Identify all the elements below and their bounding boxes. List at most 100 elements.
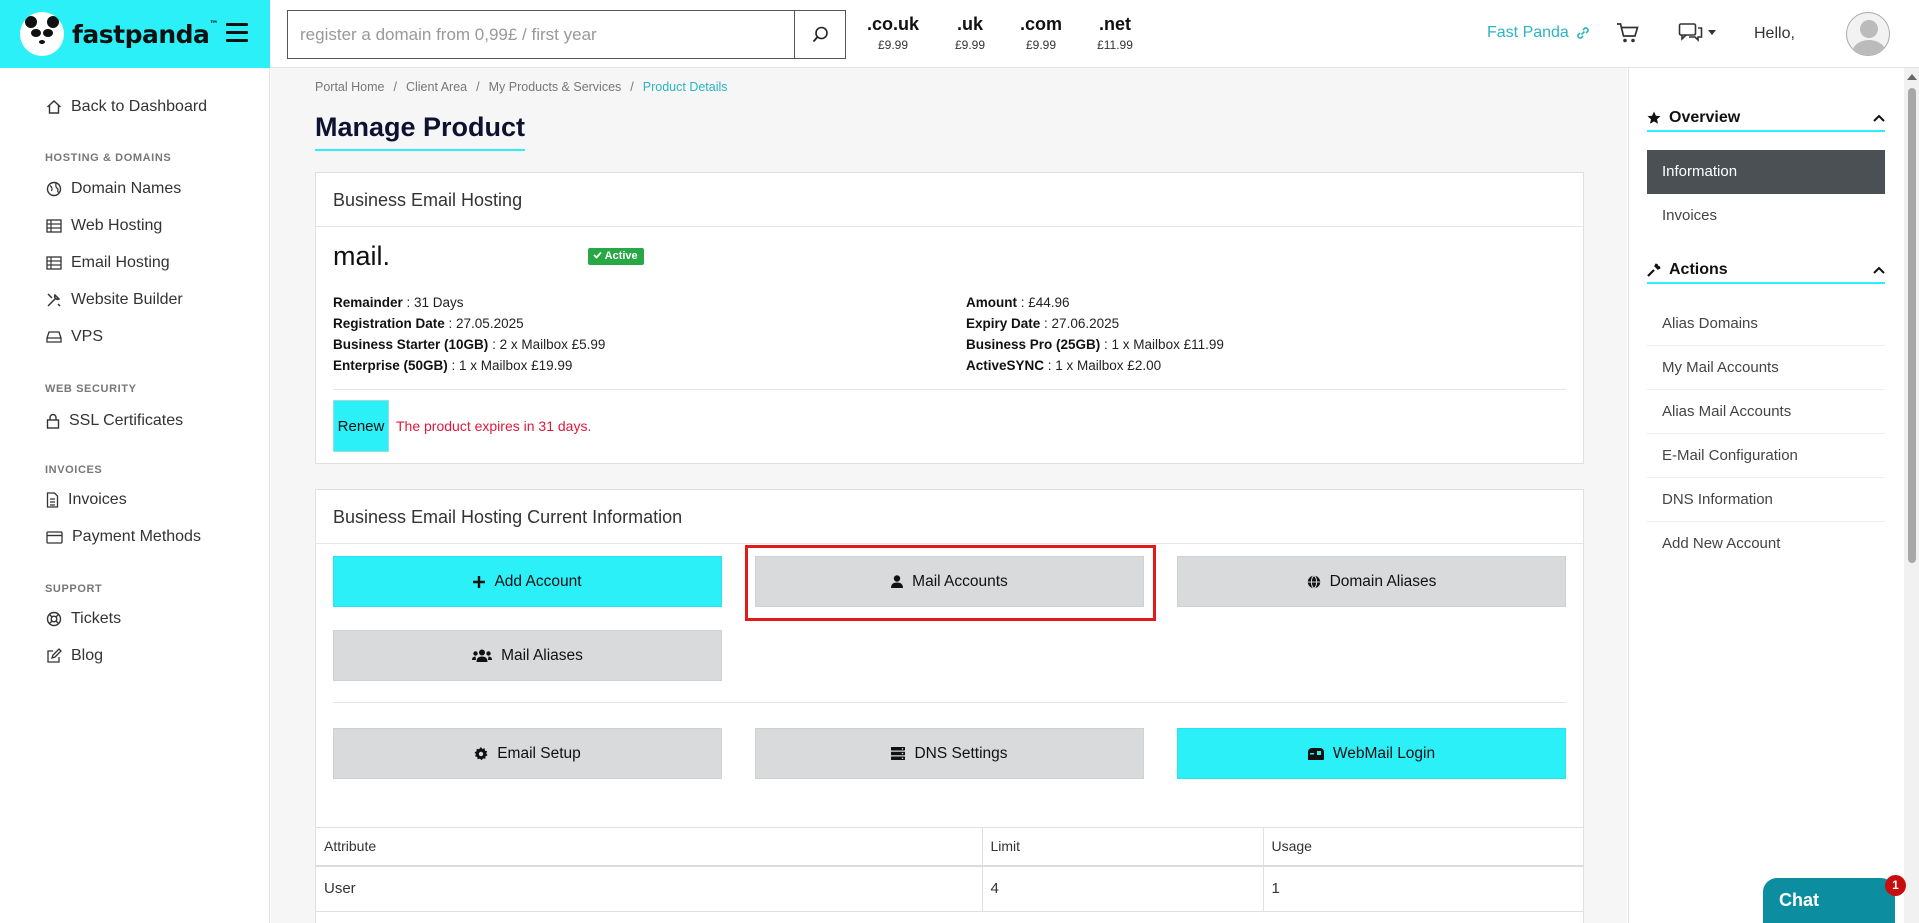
product-info-right: Amount : £44.96 Expiry Date : 27.06.2025…	[966, 292, 1224, 376]
globe-icon	[1307, 575, 1320, 588]
current-info-card: Business Email Hosting Current Informati…	[315, 489, 1584, 923]
chat-bubbles-icon	[1678, 23, 1703, 42]
users-icon	[472, 649, 493, 662]
sidebar-item-ssl-certificates[interactable]: SSL Certificates	[46, 412, 183, 430]
sidebar-item-back-to-dashboard[interactable]: Back to Dashboard	[46, 98, 207, 116]
expire-notice: The product expires in 31 days.	[396, 418, 592, 434]
sidebar-section-web-security: WEB SECURITY	[45, 383, 137, 395]
dns-settings-button[interactable]: DNS Settings	[755, 728, 1144, 779]
domain-aliases-button[interactable]: Domain Aliases	[1177, 556, 1566, 607]
tld-co-uk[interactable]: .co.uk £9.99	[858, 14, 928, 52]
chat-widget[interactable]: Chat	[1763, 878, 1895, 923]
panda-logo-icon[interactable]	[20, 12, 64, 56]
gear-icon	[474, 746, 488, 760]
hamburger-menu-icon[interactable]	[226, 23, 248, 43]
tld-net[interactable]: .net £11.99	[1080, 14, 1150, 52]
life-ring-icon	[46, 611, 62, 627]
chevron-down-icon	[1708, 30, 1716, 35]
chat-unread-badge: 1	[1885, 875, 1906, 896]
webmail-login-button[interactable]: WebMail Login	[1177, 728, 1566, 779]
page-title: Manage Product	[315, 112, 526, 151]
info-expiry-date: Expiry Date : 27.06.2025	[966, 316, 1120, 331]
credit-card-icon	[46, 530, 63, 544]
rs-item-add-new-account[interactable]: Add New Account	[1647, 522, 1885, 566]
product-card-title: Business Email Hosting	[316, 173, 1583, 227]
link-icon	[1577, 27, 1589, 39]
sidebar-item-website-builder[interactable]: Website Builder	[46, 291, 183, 309]
scroll-thumb[interactable]	[1908, 88, 1916, 563]
messages-dropdown[interactable]	[1678, 22, 1716, 44]
current-info-card-title: Business Email Hosting Current Informati…	[316, 490, 1583, 544]
rs-item-invoices[interactable]: Invoices	[1647, 194, 1885, 238]
info-amount: Amount : £44.96	[966, 295, 1070, 310]
breadcrumb: Portal Home / Client Area / My Products …	[315, 80, 728, 94]
sidebar-item-vps[interactable]: VPS	[46, 328, 103, 346]
globe-icon	[46, 181, 62, 197]
highlight-box	[745, 545, 1156, 621]
col-header-usage: Usage	[1263, 827, 1583, 867]
overview-header[interactable]: Overview	[1647, 106, 1885, 132]
breadcrumb-client-area[interactable]: Client Area	[406, 80, 467, 94]
server-list-icon	[46, 256, 62, 270]
sidebar-item-payment-methods[interactable]: Payment Methods	[46, 528, 201, 546]
breadcrumb-separator: /	[393, 80, 397, 94]
chevron-up-icon	[1873, 266, 1885, 274]
hard-drive-icon	[46, 331, 62, 343]
rs-item-alias-mail-accounts[interactable]: Alias Mail Accounts	[1647, 390, 1885, 434]
table-row: User 4 1	[316, 865, 1583, 912]
sidebar-section-invoices: INVOICES	[45, 464, 103, 476]
info-business-starter: Business Starter (10GB) : 2 x Mailbox £5…	[333, 337, 606, 352]
product-info-left: Remainder : 31 Days Registration Date : …	[333, 292, 605, 376]
search-icon	[812, 26, 828, 43]
sidebar-item-email-hosting[interactable]: Email Hosting	[46, 254, 170, 272]
cell-attribute: User	[316, 865, 983, 912]
search-button[interactable]	[794, 11, 845, 58]
domain-search	[287, 10, 846, 59]
breadcrumb-my-products[interactable]: My Products & Services	[489, 80, 622, 94]
cart-icon[interactable]	[1616, 22, 1640, 48]
info-registration-date: Registration Date : 27.05.2025	[333, 316, 524, 331]
chevron-up-icon	[1873, 114, 1885, 122]
info-business-pro: Business Pro (25GB) : 1 x Mailbox £11.99	[966, 337, 1224, 352]
tld-com[interactable]: .com £9.99	[1006, 14, 1076, 52]
rs-item-dns-information[interactable]: DNS Information	[1647, 478, 1885, 522]
status-badge: Active	[588, 248, 644, 265]
sidebar-item-invoices[interactable]: Invoices	[46, 491, 127, 509]
greeting: Hello,	[1754, 25, 1795, 42]
document-icon	[46, 492, 59, 508]
table-header-row: Attribute Limit Usage	[316, 827, 1583, 867]
sidebar-item-blog[interactable]: Blog	[46, 647, 103, 665]
info-remainder: Remainder : 31 Days	[333, 295, 464, 310]
sidebar-item-tickets[interactable]: Tickets	[46, 610, 121, 628]
tld-uk[interactable]: .uk £9.99	[935, 14, 1005, 52]
rs-item-information[interactable]: Information	[1647, 150, 1885, 194]
sidebar-item-web-hosting[interactable]: Web Hosting	[46, 217, 162, 235]
cell-usage: 1	[1263, 865, 1583, 912]
left-sidebar: Back to Dashboard HOSTING & DOMAINS Doma…	[0, 68, 270, 923]
domain-search-input[interactable]	[288, 11, 794, 58]
avatar[interactable]	[1846, 12, 1890, 56]
add-account-button[interactable]: Add Account	[333, 556, 722, 607]
fast-panda-link[interactable]: Fast Panda	[1487, 24, 1591, 42]
rs-item-email-configuration[interactable]: E-Mail Configuration	[1647, 434, 1885, 478]
actions-header[interactable]: Actions	[1647, 258, 1885, 284]
sidebar-section-support: SUPPORT	[45, 583, 103, 595]
divider	[333, 702, 1566, 703]
top-bar: fastpanda™ .co.uk£9.99 .uk£9.99 .com£9.9…	[0, 0, 1919, 68]
breadcrumb-portal-home[interactable]: Portal Home	[315, 80, 384, 94]
brand-name[interactable]: fastpanda™	[72, 20, 218, 49]
scrollbar[interactable]	[1904, 68, 1919, 923]
mailbox-icon	[1307, 747, 1324, 760]
home-icon	[47, 100, 61, 114]
scroll-up-arrow-icon[interactable]	[1907, 74, 1917, 80]
rs-item-alias-domains[interactable]: Alias Domains	[1647, 302, 1885, 346]
server-icon	[891, 747, 906, 760]
sidebar-item-domain-names[interactable]: Domain Names	[46, 180, 181, 198]
renew-button[interactable]: Renew	[333, 400, 389, 452]
attribute-table: Attribute Limit Usage User 4 1	[316, 827, 1583, 912]
rs-item-my-mail-accounts[interactable]: My Mail Accounts	[1647, 346, 1885, 390]
email-setup-button[interactable]: Email Setup	[333, 728, 722, 779]
check-icon	[593, 251, 602, 259]
mail-aliases-button[interactable]: Mail Aliases	[333, 630, 722, 681]
breadcrumb-separator: /	[476, 80, 480, 94]
